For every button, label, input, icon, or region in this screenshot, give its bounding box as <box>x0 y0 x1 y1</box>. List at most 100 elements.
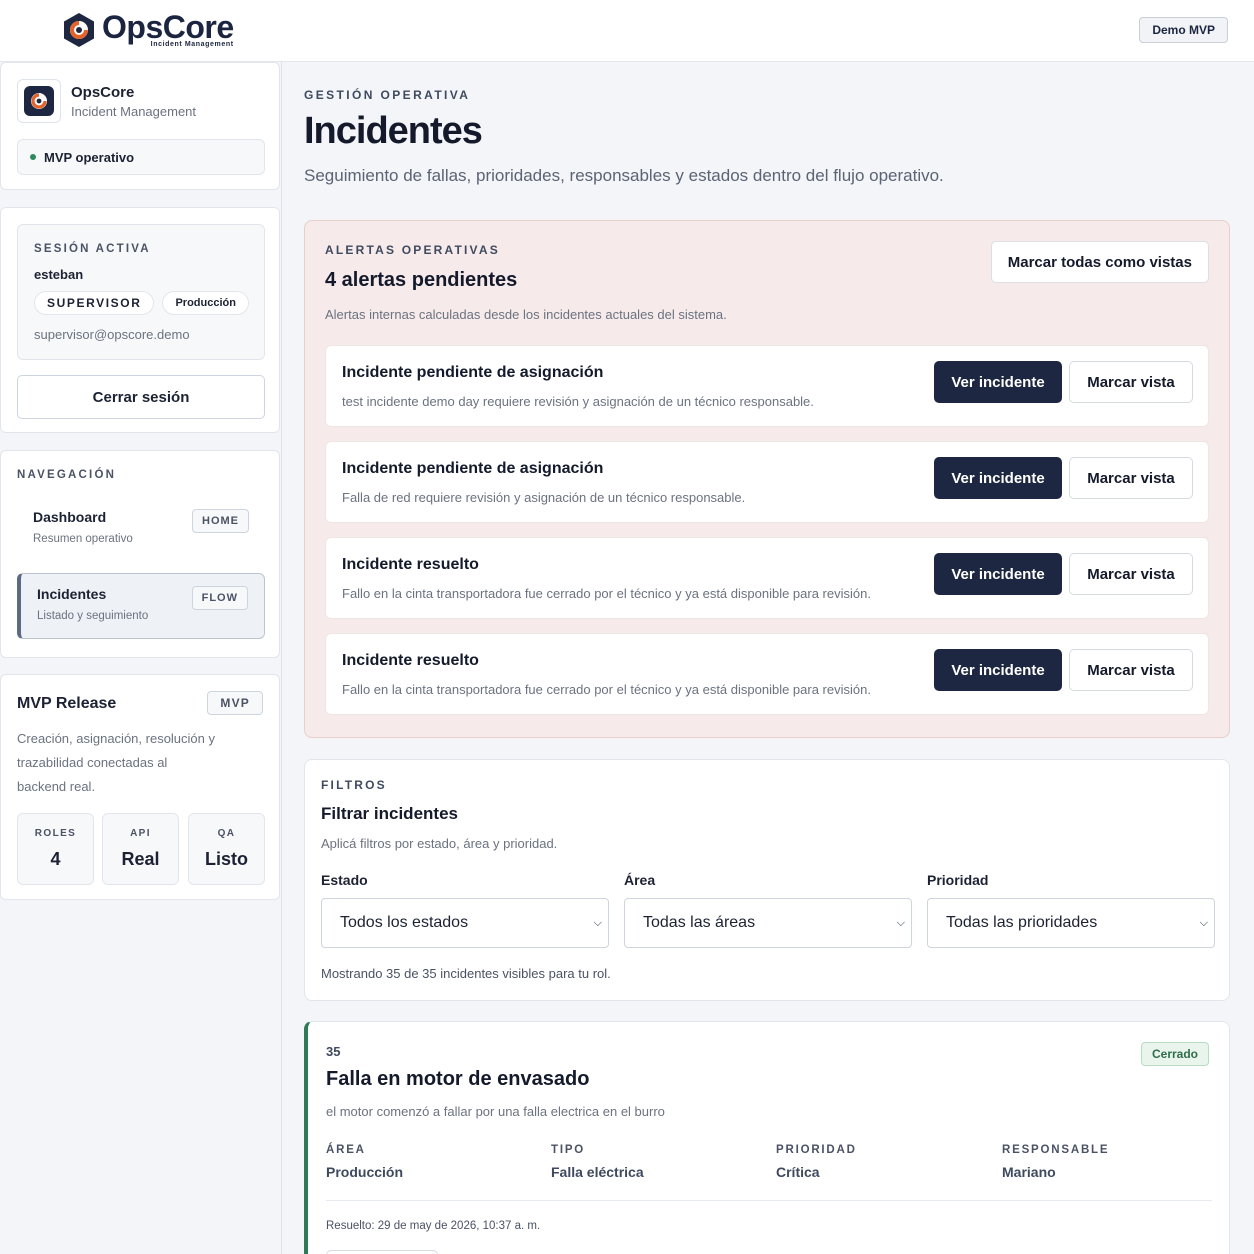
alert-item: Incidente pendiente de asignación Falla … <box>325 441 1209 523</box>
incident-meta-responsable: RESPONSABLE Mariano <box>1002 1144 1222 1180</box>
page-title: Incidentes <box>304 110 483 152</box>
status-dot-icon <box>30 154 36 160</box>
session-info: SESIÓN ACTIVA esteban SUPERVISOR Producc… <box>17 224 265 360</box>
select-value: Todas las prioridades <box>946 914 1098 931</box>
area-select[interactable]: Todas las áreas ⌵ <box>624 898 912 948</box>
incident-card[interactable]: 35 Falla en motor de envasado el motor c… <box>304 1021 1230 1254</box>
filters-panel: FILTROS Filtrar incidentes Aplicá filtro… <box>304 759 1230 1001</box>
meta-label: ÁREA <box>326 1144 366 1156</box>
view-incident-button[interactable]: Ver incidente <box>934 649 1062 691</box>
app-card: OpsCore Incident Management MVP operativ… <box>0 62 280 190</box>
chevron-down-icon: ⌵ <box>593 916 602 929</box>
filter-area: Área Todas las áreas ⌵ <box>624 872 912 948</box>
stat-api: API Real <box>102 813 179 885</box>
filters-eyebrow: FILTROS <box>321 778 387 792</box>
mvp-status-label: MVP operativo <box>44 149 135 165</box>
alert-description: Falla de red requiere revisión y asignac… <box>342 490 746 505</box>
estado-select[interactable]: Todos los estados ⌵ <box>321 898 609 948</box>
stat-label: API <box>130 828 151 839</box>
status-badge: Cerrado <box>1140 1042 1209 1066</box>
sidebar: OpsCore Incident Management MVP operativ… <box>0 62 282 1254</box>
alerts-panel: ALERTAS OPERATIVAS 4 alertas pendientes … <box>304 220 1230 738</box>
alert-description: Fallo en la cinta transportadora fue cer… <box>342 586 871 601</box>
filter-estado: Estado Todos los estados ⌵ <box>321 872 609 948</box>
stat-value: Listo <box>205 849 248 869</box>
filter-prioridad: Prioridad Todas las prioridades ⌵ <box>927 872 1215 948</box>
meta-value: Falla eléctrica <box>551 1164 644 1180</box>
app-name: OpsCore <box>71 83 135 101</box>
chevron-down-icon: ⌵ <box>896 916 905 929</box>
release-title: MVP Release <box>17 695 117 712</box>
alert-title: Incidente resuelto <box>342 652 479 669</box>
filter-label: Prioridad <box>927 872 989 888</box>
view-incident-button[interactable]: Ver incidente <box>934 553 1062 595</box>
stat-qa: QA Listo <box>188 813 265 885</box>
incident-meta-prioridad: PRIORIDAD Crítica <box>776 1144 996 1180</box>
alert-item: Incidente resuelto Fallo en la cinta tra… <box>325 633 1209 715</box>
alert-description: test incidente demo day requiere revisió… <box>342 394 814 409</box>
alert-title: Incidente pendiente de asignación <box>342 460 604 477</box>
results-count: Mostrando 35 de 35 incidentes visibles p… <box>321 966 611 981</box>
session-username: esteban <box>34 267 84 282</box>
session-card: SESIÓN ACTIVA esteban SUPERVISOR Producc… <box>0 207 280 433</box>
page-subtitle: Seguimiento de fallas, prioridades, resp… <box>304 166 944 185</box>
mark-seen-button[interactable]: Marcar vista <box>1069 361 1193 403</box>
stat-label: ROLES <box>34 828 77 839</box>
view-incident-button[interactable]: Ver incidente <box>934 361 1062 403</box>
incident-action-button[interactable] <box>326 1250 438 1254</box>
incident-meta-tipo: TIPO Falla eléctrica <box>551 1144 771 1180</box>
brand-logo[interactable]: OpsCore Incident Management <box>62 11 234 48</box>
logout-button[interactable]: Cerrar sesión <box>17 375 265 419</box>
opscore-logo-icon <box>64 12 94 47</box>
demo-mvp-button[interactable]: Demo MVP <box>1139 17 1228 43</box>
mark-seen-button[interactable]: Marcar vista <box>1069 553 1193 595</box>
filter-label: Estado <box>321 872 368 888</box>
meta-label: RESPONSABLE <box>1002 1144 1110 1156</box>
app-description: Incident Management <box>71 103 197 119</box>
select-value: Todas las áreas <box>643 914 756 931</box>
incident-meta-area: ÁREA Producción <box>326 1144 546 1180</box>
session-email: supervisor@opscore.demo <box>34 327 190 342</box>
top-bar: OpsCore Incident Management Demo MVP <box>0 0 1254 62</box>
filters-title: Filtrar incidentes <box>321 804 458 823</box>
alert-title: Incidente pendiente de asignación <box>342 364 604 381</box>
alerts-eyebrow: ALERTAS OPERATIVAS <box>325 243 500 257</box>
alert-item: Incidente pendiente de asignación test i… <box>325 345 1209 427</box>
chevron-down-icon: ⌵ <box>1199 916 1208 929</box>
release-card: MVP Release MVP Creación, asignación, re… <box>0 674 280 900</box>
meta-label: TIPO <box>551 1144 586 1156</box>
nav-item-badge: FLOW <box>191 586 248 610</box>
prioridad-select[interactable]: Todas las prioridades ⌵ <box>927 898 1215 948</box>
role-badge: SUPERVISOR <box>34 291 155 315</box>
incident-resolved-date: Resuelto: 29 de may de 2026, 10:37 a. m. <box>326 1220 541 1232</box>
navigation-eyebrow: NAVEGACIÓN <box>17 469 117 481</box>
view-incident-button[interactable]: Ver incidente <box>934 457 1062 499</box>
navigation-card: NAVEGACIÓN Dashboard Resumen operativo H… <box>0 450 280 658</box>
alert-title: Incidente resuelto <box>342 556 479 573</box>
mark-seen-button[interactable]: Marcar vista <box>1069 649 1193 691</box>
stat-roles: ROLES 4 <box>17 813 94 885</box>
incident-description: el motor comenzó a fallar por una falla … <box>326 1104 665 1119</box>
incident-id: 35 <box>326 1044 341 1059</box>
sidebar-item-incidentes[interactable]: Incidentes Listado y seguimiento FLOW <box>17 573 265 639</box>
stat-value: Real <box>121 849 160 869</box>
stat-label: QA <box>217 828 236 839</box>
brand-subtitle: Incident Management <box>150 41 234 48</box>
sidebar-item-dashboard[interactable]: Dashboard Resumen operativo HOME <box>17 497 265 563</box>
mark-all-seen-button[interactable]: Marcar todas como vistas <box>990 241 1209 283</box>
alerts-title: 4 alertas pendientes <box>325 269 518 291</box>
meta-value: Producción <box>326 1164 404 1180</box>
filter-label: Área <box>624 872 656 888</box>
release-badge: MVP <box>207 691 263 715</box>
meta-label: PRIORIDAD <box>776 1144 857 1156</box>
stat-value: 4 <box>50 849 61 869</box>
mvp-status-pill: MVP operativo <box>17 139 265 175</box>
meta-value: Crítica <box>776 1164 820 1180</box>
area-badge: Producción <box>162 291 249 315</box>
alert-description: Fallo en la cinta transportadora fue cer… <box>342 682 871 697</box>
mark-seen-button[interactable]: Marcar vista <box>1069 457 1193 499</box>
release-description: Creación, asignación, resolución y traza… <box>17 731 215 794</box>
alerts-subtitle: Alertas internas calculadas desde los in… <box>325 307 727 322</box>
session-eyebrow: SESIÓN ACTIVA <box>34 243 151 255</box>
incident-title: Falla en motor de envasado <box>326 1068 590 1090</box>
